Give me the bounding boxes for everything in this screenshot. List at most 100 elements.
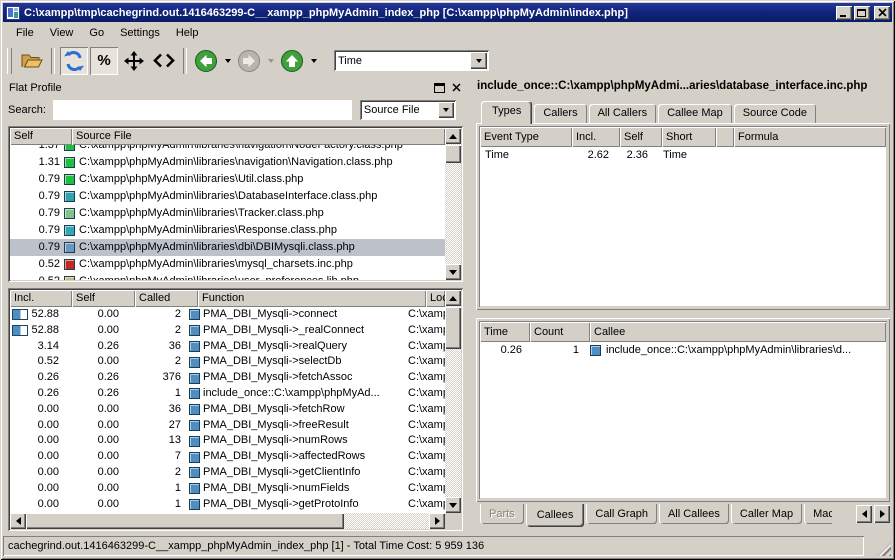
forward-dropdown[interactable] [264,46,277,76]
source-file-path: C:\xampp\phpMyAdmin\libraries\Tracker.cl… [79,205,445,222]
column-header-short[interactable]: Short [662,127,716,147]
column-header-incl[interactable]: Incl. [10,290,72,307]
dock-titlebar[interactable]: Flat Profile [3,78,468,97]
tab[interactable]: Callers [534,104,586,124]
search-input[interactable] [53,100,352,120]
vertical-scrollbar[interactable] [445,128,461,280]
column-header-spacer[interactable] [716,127,734,147]
event-type-combobox[interactable]: Time [334,50,489,71]
callee-row[interactable]: 0.26 1 include_once::C:\xampp\phpMyAdmin… [480,342,886,359]
dock-close-button[interactable] [449,81,464,95]
menu-item[interactable]: File [8,24,42,42]
window-titlebar[interactable]: C:\xampp\tmp\cachegrind.out.1416463299-C… [3,3,892,22]
function-row[interactable]: 0.00 0.00 1 PMA_DBI_Mysqli->getProtoInfo… [10,497,445,513]
back-button[interactable] [191,46,221,76]
close-button[interactable] [874,6,890,20]
scroll-left-button[interactable] [10,513,26,529]
callee-name: include_once::C:\xampp\phpMyAdmin\librar… [606,342,851,359]
grouping-combobox[interactable]: Source File [360,100,456,120]
scroll-down-button[interactable] [445,264,461,280]
scroll-right-button[interactable] [429,513,445,529]
function-row[interactable]: 3.14 0.26 36 PMA_DBI_Mysqli->realQuery C… [10,339,445,355]
source-file-row[interactable]: 0.79 C:\xampp\phpMyAdmin\libraries\Track… [10,205,445,222]
tab[interactable]: All Callees [659,504,729,524]
hide-template-toggle[interactable] [149,46,179,76]
column-header-event-type[interactable]: Event Type [480,127,572,147]
function-row[interactable]: 0.00 0.00 13 PMA_DBI_Mysqli->numRows C:\… [10,433,445,449]
tab[interactable]: Machine [804,504,832,524]
function-row[interactable]: 0.00 0.00 27 PMA_DBI_Mysqli->freeResult … [10,418,445,434]
tab[interactable]: Parts [480,504,524,524]
called-cell: 1 [126,481,188,497]
column-header-called[interactable]: Called [135,290,198,307]
resize-grip[interactable] [877,542,891,556]
forward-button[interactable] [234,46,264,76]
minimize-button[interactable] [836,6,852,20]
dock-arrangement-button[interactable] [119,46,149,76]
tab[interactable]: All Callers [589,104,657,124]
source-file-row[interactable]: 1.37 C:\xampp\phpMyAdmin\libraries\navig… [10,145,445,154]
column-header-self[interactable]: Self [72,290,135,307]
vertical-scrollbar[interactable] [445,290,461,513]
function-row[interactable]: 52.88 0.00 2 PMA_DBI_Mysqli->connect C:\… [10,307,445,323]
source-file-row[interactable]: 0.52 C:\xampp\phpMyAdmin\libraries\user_… [10,273,445,280]
maximize-button[interactable] [854,6,870,20]
scroll-up-button[interactable] [445,128,461,144]
column-header-incl[interactable]: Incl. [572,127,620,147]
function-cell: PMA_DBI_Mysqli->realQuery [188,339,408,355]
column-header-self[interactable]: Self [620,127,662,147]
column-header-function[interactable]: Function [198,290,426,307]
up-button[interactable] [277,46,307,76]
function-row[interactable]: 0.26 0.26 1 include_once::C:\xampp\phpMy… [10,386,445,402]
cycle-detection-button[interactable] [60,47,88,75]
tab[interactable]: Callees [526,504,585,527]
scrollbar-thumb[interactable] [26,513,344,529]
function-row[interactable]: 0.00 0.00 36 PMA_DBI_Mysqli->fetchRow C:… [10,402,445,418]
tab[interactable]: Types [481,101,532,124]
menu-item[interactable]: Settings [112,24,168,42]
column-header-callee[interactable]: Callee [590,322,886,342]
source-file-row[interactable]: 0.79 C:\xampp\phpMyAdmin\libraries\Util.… [10,171,445,188]
column-header-location[interactable]: Location [426,290,445,307]
scroll-up-button[interactable] [445,290,461,306]
menu-item[interactable]: View [42,24,82,42]
scroll-down-button[interactable] [445,497,461,513]
scrollbar-thumb[interactable] [445,307,461,349]
back-dropdown[interactable] [221,46,234,76]
toolbar-handle[interactable] [7,48,12,74]
source-file-row[interactable]: 0.52 C:\xampp\phpMyAdmin\libraries\mysql… [10,256,445,273]
function-row[interactable]: 0.52 0.00 2 PMA_DBI_Mysqli->selectDb C:\… [10,354,445,370]
up-dropdown[interactable] [307,46,320,76]
tab[interactable]: Callee Map [658,104,732,124]
column-header-self[interactable]: Self [10,128,72,145]
event-type-row[interactable]: Time 2.62 2.36 Time [480,147,886,164]
function-row[interactable]: 0.00 0.00 1 PMA_DBI_Mysqli->numFields C:… [10,481,445,497]
open-file-button[interactable] [17,46,47,76]
menu-item[interactable]: Go [81,24,112,42]
function-row[interactable]: 52.88 0.00 2 PMA_DBI_Mysqli->_realConnec… [10,323,445,339]
tabs-scroll-right-button[interactable] [874,505,890,523]
column-header-source-file[interactable]: Source File [72,128,445,145]
column-header-time[interactable]: Time [480,322,530,342]
column-header-formula[interactable]: Formula [734,127,886,147]
tab[interactable]: Source Code [734,104,816,124]
function-row[interactable]: 0.26 0.26 376 PMA_DBI_Mysqli->fetchAssoc… [10,370,445,386]
column-header-count[interactable]: Count [530,322,590,342]
tab[interactable]: Caller Map [731,504,802,524]
dock-float-button[interactable] [432,81,447,95]
source-file-row[interactable]: 0.79 C:\xampp\phpMyAdmin\libraries\Respo… [10,222,445,239]
source-file-row[interactable]: 0.79 C:\xampp\phpMyAdmin\libraries\Datab… [10,188,445,205]
function-row[interactable]: 0.00 0.00 2 PMA_DBI_Mysqli->getClientInf… [10,465,445,481]
relative-percent-toggle[interactable]: % [90,47,118,75]
source-file-row[interactable]: 0.79 C:\xampp\phpMyAdmin\libraries\dbi\D… [10,239,445,256]
horizontal-scrollbar[interactable] [10,513,445,529]
combobox-dropdown-button[interactable] [470,52,487,69]
function-row[interactable]: 0.00 0.00 7 PMA_DBI_Mysqli->affectedRows… [10,449,445,465]
tabs-scroll-left-button[interactable] [856,505,872,523]
source-file-row[interactable]: 1.31 C:\xampp\phpMyAdmin\libraries\navig… [10,154,445,171]
tab[interactable]: Call Graph [586,504,657,524]
menu-item[interactable]: Help [168,24,207,42]
combobox-dropdown-button[interactable] [438,102,454,118]
scrollbar-thumb[interactable] [445,145,461,163]
called-cell: 36 [126,339,188,355]
